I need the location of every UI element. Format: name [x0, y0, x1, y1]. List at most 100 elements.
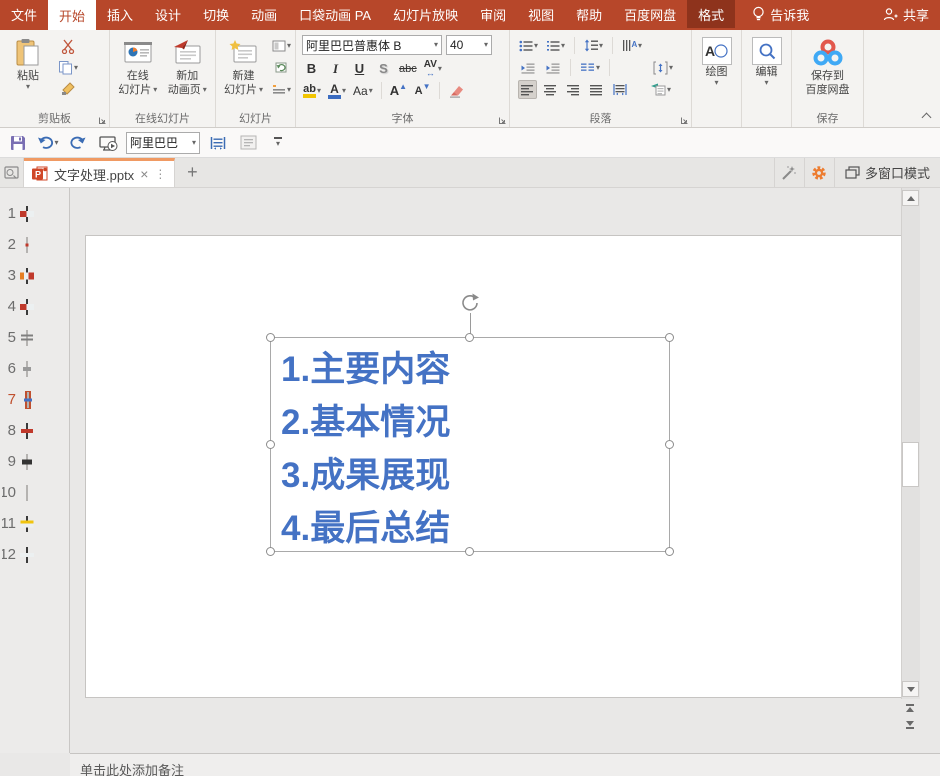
- smartart-dropdown-icon[interactable]: ▾: [667, 85, 671, 94]
- tell-me-button[interactable]: 告诉我: [741, 0, 820, 28]
- slide-thumbnail[interactable]: [20, 267, 34, 284]
- close-tab-icon[interactable]: ×: [140, 166, 148, 182]
- copy-button[interactable]: ▾: [57, 58, 79, 77]
- save-to-baidu-button[interactable]: 保存到 百度网盘: [797, 33, 859, 112]
- paragraph-dialog-launcher-icon[interactable]: [680, 116, 689, 125]
- align-text-button[interactable]: ▾: [652, 58, 674, 77]
- numbering-button[interactable]: ▾: [545, 36, 566, 55]
- qat-font-dropdown-icon[interactable]: ▾: [189, 138, 196, 147]
- resize-handle-n[interactable]: [465, 333, 474, 342]
- menu-tab-design[interactable]: 设计: [144, 0, 192, 28]
- slide-thumb-9[interactable]: 9: [0, 446, 69, 477]
- slideshow-view-button[interactable]: [0, 158, 24, 187]
- slide-thumbnail[interactable]: [20, 546, 34, 563]
- text-shadow-button[interactable]: S: [374, 59, 393, 78]
- italic-button[interactable]: I: [326, 59, 345, 78]
- text-line-4[interactable]: 4.最后总结: [281, 502, 669, 555]
- reset-slide-button[interactable]: [271, 58, 292, 77]
- convert-smartart-button[interactable]: ▾: [649, 80, 672, 99]
- columns-button[interactable]: ▾: [579, 58, 601, 77]
- shrink-font-button[interactable]: A ▼: [413, 81, 432, 100]
- slide-page[interactable]: 1.主要内容 2.基本情况 3.成果展现 4.最后总结: [85, 235, 915, 698]
- text-highlight-button[interactable]: ab ▾: [302, 81, 322, 100]
- character-spacing-dropdown-icon[interactable]: ▾: [438, 64, 442, 73]
- resize-handle-s[interactable]: [465, 547, 474, 556]
- slide-thumbnail[interactable]: [26, 484, 28, 501]
- underline-button[interactable]: U: [350, 59, 369, 78]
- drawing-dropdown-icon[interactable]: ▾: [714, 79, 718, 87]
- slide-thumb-5[interactable]: 5: [0, 322, 69, 353]
- editing-button[interactable]: 编辑 ▾: [745, 33, 788, 112]
- text-line-2[interactable]: 2.基本情况: [281, 396, 669, 449]
- textbox-content[interactable]: 1.主要内容 2.基本情况 3.成果展现 4.最后总结: [271, 338, 669, 555]
- change-case-button[interactable]: Aa ▾: [352, 81, 374, 100]
- distribute-justify-button[interactable]: [206, 131, 230, 155]
- rotation-handle-icon[interactable]: [459, 292, 481, 314]
- slide-thumb-3[interactable]: 3: [0, 260, 69, 291]
- online-slides-dropdown-icon[interactable]: ▾: [153, 86, 157, 94]
- tab-menu-dots-icon[interactable]: ⋮: [154, 167, 166, 181]
- new-animation-page-button[interactable]: 新加 动画页 ▾: [163, 33, 213, 112]
- format-painter-button[interactable]: [57, 79, 79, 98]
- slide-thumbnail[interactable]: [20, 298, 34, 315]
- slide-thumb-11[interactable]: 11: [0, 508, 69, 539]
- slide-thumbnail[interactable]: [21, 329, 33, 346]
- share-button[interactable]: 共享: [872, 0, 940, 28]
- resize-handle-ne[interactable]: [665, 333, 674, 342]
- change-case-dropdown-icon[interactable]: ▾: [369, 86, 373, 95]
- resize-handle-w[interactable]: [266, 439, 275, 449]
- menu-tab-baidu-netdisk[interactable]: 百度网盘: [613, 0, 687, 28]
- align-right-button[interactable]: [564, 80, 583, 99]
- slide-thumbnail[interactable]: [22, 453, 32, 470]
- align-center-button[interactable]: [541, 80, 560, 99]
- bullets-dropdown-icon[interactable]: ▾: [534, 41, 538, 50]
- menu-tab-file[interactable]: 文件: [0, 0, 48, 28]
- menu-tab-review[interactable]: 审阅: [469, 0, 517, 28]
- text-direction-button[interactable]: A ▾: [621, 36, 643, 55]
- resize-handle-sw[interactable]: [266, 547, 275, 556]
- scroll-down-button[interactable]: [902, 681, 919, 697]
- font-color-dropdown-icon[interactable]: ▾: [342, 86, 346, 95]
- resize-handle-nw[interactable]: [266, 333, 275, 342]
- previous-slide-button[interactable]: [903, 704, 917, 712]
- text-line-1[interactable]: 1.主要内容: [281, 343, 669, 396]
- menu-tab-slideshow[interactable]: 幻灯片放映: [382, 0, 469, 28]
- numbering-dropdown-icon[interactable]: ▾: [561, 41, 565, 50]
- online-slides-button[interactable]: 在线 幻灯片 ▾: [113, 33, 163, 112]
- slide-thumb-1[interactable]: 1: [0, 198, 69, 229]
- notes-layout-button[interactable]: [236, 131, 260, 155]
- save-button[interactable]: [6, 131, 30, 155]
- qat-font-combobox[interactable]: 阿里巴巴 ▾: [126, 131, 200, 154]
- line-spacing-button[interactable]: ▾: [583, 36, 604, 55]
- undo-dropdown-icon[interactable]: ▾: [54, 138, 58, 147]
- clear-formatting-button[interactable]: [447, 81, 466, 100]
- new-animation-page-dropdown-icon[interactable]: ▾: [203, 86, 207, 94]
- slide-thumb-6[interactable]: 6: [0, 353, 69, 384]
- collapse-ribbon-icon[interactable]: [921, 112, 932, 123]
- justify-button[interactable]: [587, 80, 606, 99]
- multi-window-mode-button[interactable]: 多窗口模式: [833, 158, 940, 187]
- character-spacing-button[interactable]: AV ↔ ▾: [423, 59, 443, 78]
- slide-thumbnail[interactable]: [20, 205, 34, 222]
- document-tab-active[interactable]: P 文字处理.pptx × ⋮: [24, 158, 176, 187]
- menu-tab-transition[interactable]: 切换: [192, 0, 240, 28]
- customize-qat-button[interactable]: ▾: [266, 131, 290, 155]
- menu-tab-animation[interactable]: 动画: [240, 0, 288, 28]
- scrollbar-thumb[interactable]: [902, 442, 919, 487]
- slide-thumb-2[interactable]: 2: [0, 229, 69, 260]
- section-dropdown-icon[interactable]: ▾: [287, 85, 291, 94]
- menu-tab-home[interactable]: 开始: [48, 0, 97, 30]
- redo-button[interactable]: [66, 131, 90, 155]
- menu-tab-format[interactable]: 格式: [687, 0, 736, 28]
- font-size-dropdown-icon[interactable]: ▾: [481, 41, 488, 49]
- notes-placeholder[interactable]: 单击此处添加备注: [80, 760, 184, 776]
- distribute-text-button[interactable]: [610, 80, 629, 99]
- slideshow-from-current-button[interactable]: [96, 131, 120, 155]
- bold-button[interactable]: B: [302, 59, 321, 78]
- new-slide-button[interactable]: 新建 幻灯片 ▾: [219, 33, 268, 112]
- editing-dropdown-icon[interactable]: ▾: [764, 79, 768, 87]
- columns-dropdown-icon[interactable]: ▾: [596, 63, 600, 72]
- slide-thumb-4[interactable]: 4: [0, 291, 69, 322]
- menu-tab-help[interactable]: 帮助: [565, 0, 613, 28]
- text-direction-dropdown-icon[interactable]: ▾: [638, 41, 642, 50]
